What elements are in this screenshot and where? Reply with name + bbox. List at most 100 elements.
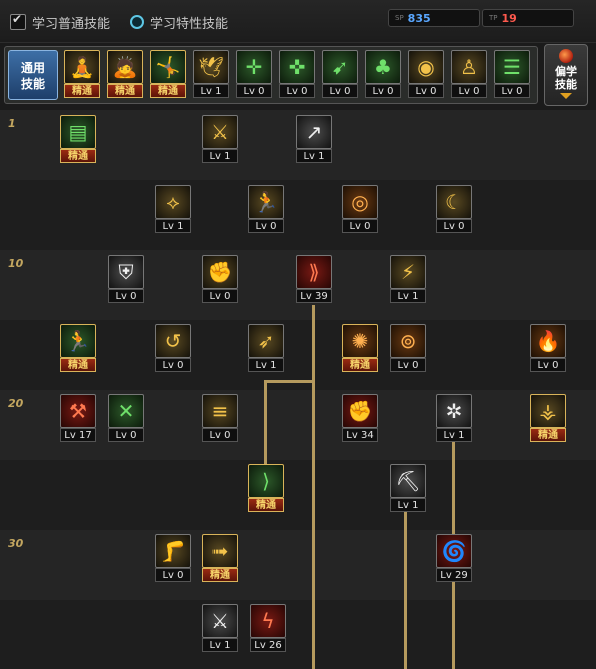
arrow-icon: ➶	[248, 324, 284, 358]
skill-level: Lv 1	[390, 289, 426, 303]
skill-level: Lv 0	[202, 428, 238, 442]
skill-slot[interactable]: ✜ Lv 0	[279, 50, 315, 98]
tree-row: 30	[0, 530, 596, 600]
skill-level: Lv 0	[342, 219, 378, 233]
kneel-icon: 🙇	[107, 50, 143, 84]
sp-value: 835	[407, 11, 431, 25]
chevron-down-icon	[560, 93, 572, 99]
skill-slot[interactable]: ◎ Lv 0	[342, 185, 378, 233]
skill-slot[interactable]: ✲ Lv 1	[436, 394, 472, 442]
ring-icon: ⊚	[390, 324, 426, 358]
skill-level: Lv 1	[202, 149, 238, 163]
mushroom-icon: ♣	[365, 50, 401, 84]
skill-level: 精通	[150, 84, 186, 98]
row-level-label: 1	[8, 117, 16, 130]
skill-level: Lv 0	[155, 358, 191, 372]
preferred-skills-button[interactable]: 偏学 技能	[544, 44, 588, 106]
dash-strike-icon: ➟	[202, 534, 238, 568]
skill-slot[interactable]: 🏃 Lv 0	[248, 185, 284, 233]
skill-level: Lv 1	[248, 358, 284, 372]
cross-blade-icon: ✕	[108, 394, 144, 428]
skill-slot[interactable]: 🌀 Lv 29	[436, 534, 472, 582]
vortex-icon: ✲	[436, 394, 472, 428]
skill-level: Lv 0	[390, 358, 426, 372]
dash-icon: ➹	[322, 50, 358, 84]
cross-sword-icon: ⚒	[60, 394, 96, 428]
skill-slot[interactable]: ⟫ Lv 39	[296, 255, 332, 303]
crescent-icon: ☾	[436, 185, 472, 219]
skill-level: Lv 1	[436, 428, 472, 442]
crosshair-icon: ✛	[236, 50, 272, 84]
learn-common-skills-toggle[interactable]: 学习普通技能	[10, 12, 110, 32]
sp-counter: SP 835	[388, 9, 480, 27]
shield-icon: ⛨	[108, 255, 144, 289]
learn-common-skills-label: 学习普通技能	[32, 16, 111, 32]
tree-connector	[312, 305, 315, 669]
skill-slot[interactable]: ♣ Lv 0	[365, 50, 401, 98]
skill-slot[interactable]: ✊ Lv 0	[202, 255, 238, 303]
skill-slot[interactable]: 🧘 精通	[64, 50, 100, 98]
radio-icon	[130, 15, 144, 29]
skill-slot[interactable]: 🕊 Lv 1	[193, 50, 229, 98]
skill-slot[interactable]: ✺ 精通	[342, 324, 378, 372]
skill-slot[interactable]: ➹ Lv 0	[322, 50, 358, 98]
skill-slot[interactable]: 🤸 精通	[150, 50, 186, 98]
blades-icon: ≡	[202, 394, 238, 428]
skill-level: Lv 0	[322, 84, 358, 98]
lightning-icon: ⚡	[390, 255, 426, 289]
skill-slot[interactable]: ◉ Lv 0	[408, 50, 444, 98]
tree-row	[0, 180, 596, 250]
skill-slot[interactable]: ⟩ 精通	[248, 464, 284, 512]
skill-slot[interactable]: ⚔ Lv 1	[202, 604, 238, 652]
blast-icon: ⚶	[530, 394, 566, 428]
checkbox-checked-icon	[10, 12, 26, 30]
skill-level: 精通	[248, 498, 284, 512]
skill-level: Lv 26	[250, 638, 286, 652]
skill-slot[interactable]: ⚔ Lv 1	[202, 115, 238, 163]
skill-slot[interactable]: 🦵 Lv 0	[155, 534, 191, 582]
skill-slot[interactable]: ➟ 精通	[202, 534, 238, 582]
skill-slot[interactable]: ▤ 精通	[60, 115, 96, 163]
skill-slot[interactable]: ϟ Lv 26	[250, 604, 286, 652]
skill-slot[interactable]: ♙ Lv 0	[451, 50, 487, 98]
skill-slot[interactable]: ⊚ Lv 0	[390, 324, 426, 372]
skill-slot[interactable]: 🔥 Lv 0	[530, 324, 566, 372]
skill-slot[interactable]: ☰ Lv 0	[494, 50, 530, 98]
skill-level: Lv 0	[436, 219, 472, 233]
tp-counter: TP 19	[482, 9, 574, 27]
skill-level: 精通	[342, 358, 378, 372]
skill-level: 精通	[60, 149, 96, 163]
skill-slot[interactable]: ↗ Lv 1	[296, 115, 332, 163]
skill-slot[interactable]: ➶ Lv 1	[248, 324, 284, 372]
tp-value: 19	[501, 11, 517, 25]
skill-level: Lv 0	[108, 428, 144, 442]
general-skills-label-text: 通用 技能	[20, 61, 45, 91]
skill-slot[interactable]: ⚡ Lv 1	[390, 255, 426, 303]
skill-slot[interactable]: ⚒ Lv 17	[60, 394, 96, 442]
skill-level: 精通	[202, 568, 238, 582]
skill-slot[interactable]: ✕ Lv 0	[108, 394, 144, 442]
orb-icon: ◎	[342, 185, 378, 219]
tree-row	[0, 460, 596, 530]
wings-icon: 🕊	[193, 50, 229, 84]
skill-level: Lv 0	[408, 84, 444, 98]
skill-slot[interactable]: ⟡ Lv 1	[155, 185, 191, 233]
row-level-label: 20	[8, 397, 24, 410]
skill-slot[interactable]: ⛏ Lv 1	[390, 464, 426, 512]
preferred-skills-label: 偏学 技能	[555, 65, 577, 91]
skill-slot[interactable]: ✛ Lv 0	[236, 50, 272, 98]
skill-slot[interactable]: ↺ Lv 0	[155, 324, 191, 372]
skill-slot[interactable]: 🙇 精通	[107, 50, 143, 98]
skill-slot[interactable]: ☾ Lv 0	[436, 185, 472, 233]
skill-level: 精通	[107, 84, 143, 98]
skill-slot[interactable]: ⛨ Lv 0	[108, 255, 144, 303]
eye-icon: ◉	[408, 50, 444, 84]
skill-slot[interactable]: ✊ Lv 34	[342, 394, 378, 442]
skill-slot[interactable]: ⚶ 精通	[530, 394, 566, 442]
skill-level: Lv 0	[494, 84, 530, 98]
skill-slot[interactable]: 🏃 精通	[60, 324, 96, 372]
learn-trait-skills-toggle[interactable]: 学习特性技能	[130, 12, 228, 32]
skill-slot[interactable]: ≡ Lv 0	[202, 394, 238, 442]
muscle-icon: ♙	[451, 50, 487, 84]
scroll-icon: ☰	[494, 50, 530, 84]
